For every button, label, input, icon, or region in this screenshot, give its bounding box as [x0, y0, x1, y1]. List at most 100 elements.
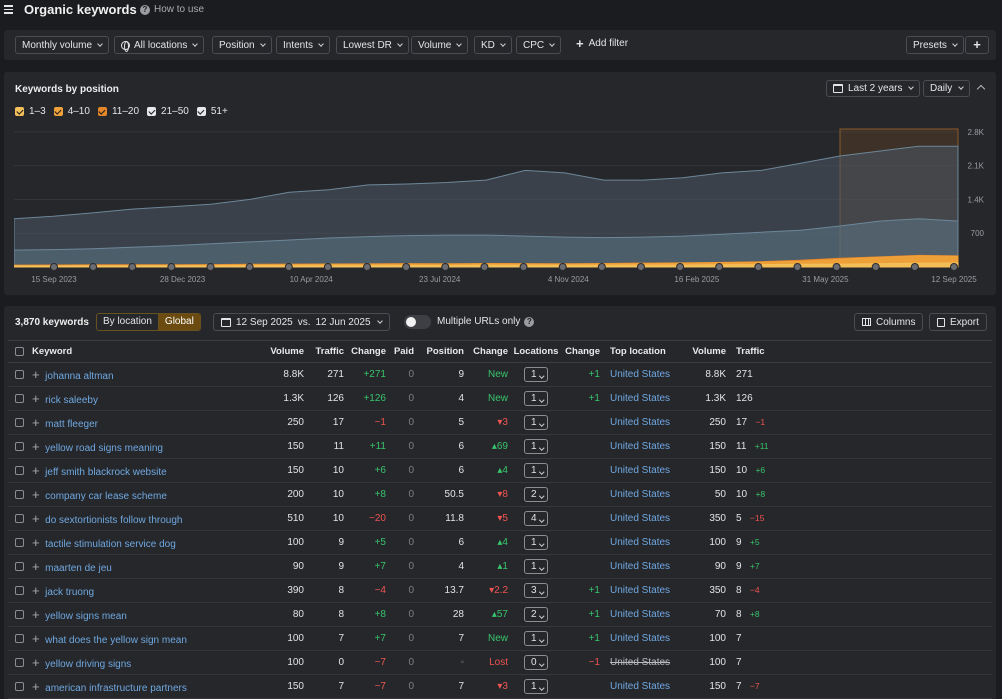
- table-row[interactable]: + rick saleeby 1.3K 126 +126 0 4 New 1 +1 United …: [8, 386, 992, 411]
- row-checkbox[interactable]: [15, 633, 24, 643]
- table-row[interactable]: + what does the yellow sign mean 100 7 +7 0 7…: [8, 626, 992, 651]
- add-to-list-icon[interactable]: +: [32, 391, 40, 406]
- top-location-link[interactable]: United States: [610, 609, 670, 620]
- locations-select[interactable]: 1: [523, 391, 549, 406]
- select-all-checkbox[interactable]: [15, 346, 24, 356]
- row-checkbox[interactable]: [15, 489, 24, 499]
- locations-select[interactable]: 2: [523, 487, 549, 502]
- legend-item-11-20[interactable]: 11–20: [97, 106, 139, 117]
- locations-select[interactable]: 1: [523, 631, 549, 646]
- top-location-link[interactable]: United States: [610, 369, 670, 380]
- col-position-change[interactable]: Change: [464, 340, 508, 363]
- top-location-link[interactable]: United States: [610, 417, 670, 428]
- keyword-link[interactable]: yellow road signs meaning: [45, 443, 163, 454]
- col-keyword[interactable]: Keyword: [32, 340, 252, 363]
- row-checkbox[interactable]: [15, 369, 24, 379]
- filter-intents[interactable]: Intents: [276, 36, 331, 54]
- locations-select[interactable]: 3: [523, 583, 549, 598]
- table-row[interactable]: + maarten de jeu 90 9 +7 0 4 ▴1 1 United States 9…: [8, 554, 992, 579]
- compare-date-select[interactable]: 12 Sep 2025 vs. 12 Jun 2025: [213, 313, 390, 331]
- row-checkbox[interactable]: [15, 609, 24, 619]
- keyword-link[interactable]: johanna altman: [45, 371, 113, 382]
- top-location-link[interactable]: United States: [610, 513, 670, 524]
- row-checkbox[interactable]: [15, 657, 24, 667]
- top-location-link[interactable]: United States: [610, 561, 670, 572]
- locations-select[interactable]: 0: [523, 655, 549, 670]
- add-to-list-icon[interactable]: +: [32, 655, 40, 670]
- global-tab[interactable]: Global: [158, 314, 200, 330]
- keyword-link[interactable]: do sextortionists follow through: [45, 515, 182, 526]
- add-to-list-icon[interactable]: +: [32, 607, 40, 622]
- table-row[interactable]: + matt fleeger 250 17 −1 0 5 ▾3 1 United States 2…: [8, 410, 992, 435]
- keyword-link[interactable]: yellow signs mean: [45, 611, 127, 622]
- row-checkbox[interactable]: [15, 465, 24, 475]
- row-checkbox[interactable]: [15, 561, 24, 571]
- columns-button[interactable]: Columns: [854, 313, 924, 331]
- add-preset-button[interactable]: +: [965, 36, 989, 54]
- top-location-link[interactable]: United States: [610, 441, 670, 452]
- row-checkbox[interactable]: [15, 393, 24, 403]
- top-location-link[interactable]: United States: [610, 657, 670, 668]
- row-checkbox[interactable]: [15, 537, 24, 547]
- table-row[interactable]: + company car lease scheme 200 10 +8 0 50.5 ▾8…: [8, 482, 992, 507]
- table-row[interactable]: + yellow signs mean 80 8 +8 0 28 ▴57 2 +1 United …: [8, 602, 992, 627]
- keyword-link[interactable]: tactile stimulation service dog: [45, 539, 176, 550]
- add-to-list-icon[interactable]: +: [32, 367, 40, 382]
- filter-kd[interactable]: KD: [474, 36, 512, 54]
- locations-select[interactable]: 1: [523, 559, 549, 574]
- col-top-volume[interactable]: Volume: [690, 340, 726, 363]
- keyword-link[interactable]: american infrastructure partners: [45, 683, 187, 694]
- keyword-link[interactable]: matt fleeger: [45, 419, 98, 430]
- col-traffic[interactable]: Traffic: [304, 340, 344, 363]
- locations-select[interactable]: 1: [523, 463, 549, 478]
- help-icon[interactable]: ?: [524, 316, 535, 327]
- legend-item-1-3[interactable]: 1–3: [15, 106, 46, 117]
- locations-select[interactable]: 1: [523, 679, 549, 694]
- presets-button[interactable]: Presets: [906, 36, 964, 54]
- add-to-list-icon[interactable]: +: [32, 415, 40, 430]
- top-location-link[interactable]: United States: [610, 585, 670, 596]
- locations-select[interactable]: 1: [523, 535, 549, 550]
- top-location-link[interactable]: United States: [610, 681, 670, 692]
- keyword-link[interactable]: rick saleeby: [45, 395, 98, 406]
- row-checkbox[interactable]: [15, 585, 24, 595]
- row-checkbox[interactable]: [15, 513, 24, 523]
- table-row[interactable]: + yellow road signs meaning 150 11 +11 0 6 ▴69…: [8, 434, 992, 459]
- locations-select[interactable]: 2: [523, 607, 549, 622]
- keyword-link[interactable]: yellow driving signs: [45, 659, 131, 670]
- locations-select[interactable]: 1: [523, 415, 549, 430]
- top-location-link[interactable]: United States: [610, 633, 670, 644]
- locations-select[interactable]: 1: [523, 367, 549, 382]
- add-to-list-icon[interactable]: +: [32, 631, 40, 646]
- add-to-list-icon[interactable]: +: [32, 583, 40, 598]
- top-location-link[interactable]: United States: [610, 537, 670, 548]
- add-to-list-icon[interactable]: +: [32, 559, 40, 574]
- row-checkbox[interactable]: [15, 681, 24, 691]
- position-history-chart[interactable]: 700 1.4K 2.1K 2.8K 15 Sep 2023 28 Dec 2023 10 …: [14, 127, 992, 287]
- col-top-traffic[interactable]: Traffic: [726, 340, 769, 363]
- col-volume[interactable]: Volume: [252, 340, 304, 363]
- keyword-link[interactable]: jack truong: [45, 587, 94, 598]
- keyword-link[interactable]: jeff smith blackrock website: [45, 467, 167, 478]
- top-location-link[interactable]: United States: [610, 489, 670, 500]
- legend-item-4-10[interactable]: 4–10: [53, 106, 90, 117]
- export-button[interactable]: Export: [929, 313, 987, 331]
- keyword-link[interactable]: maarten de jeu: [45, 563, 112, 574]
- legend-item-21-50[interactable]: 21–50: [147, 106, 189, 117]
- add-to-list-icon[interactable]: +: [32, 535, 40, 550]
- add-to-list-icon[interactable]: +: [32, 463, 40, 478]
- col-paid[interactable]: Paid: [386, 340, 414, 363]
- col-top-location[interactable]: Top location: [600, 340, 690, 363]
- table-row[interactable]: + yellow driving signs 100 0 −7 0 ◦ Lost 0 −1 Uni…: [8, 650, 992, 675]
- col-position[interactable]: Position: [414, 340, 464, 363]
- filter-position[interactable]: Position: [212, 36, 272, 54]
- add-to-list-icon[interactable]: +: [32, 511, 40, 526]
- how-to-use-link[interactable]: ? How to use: [140, 4, 204, 15]
- locations-select[interactable]: 1: [523, 439, 549, 454]
- collapse-chart-icon[interactable]: [976, 84, 986, 94]
- filter-volume[interactable]: Volume: [411, 36, 469, 54]
- table-row[interactable]: + american infrastructure partners 150 7 −7…: [8, 674, 992, 699]
- col-locations-change[interactable]: Change: [564, 340, 600, 363]
- table-row[interactable]: + jack truong 390 8 −4 0 13.7 ▾2.2 3 +1 United St…: [8, 578, 992, 603]
- filter-all-locations[interactable]: All locations: [114, 36, 205, 54]
